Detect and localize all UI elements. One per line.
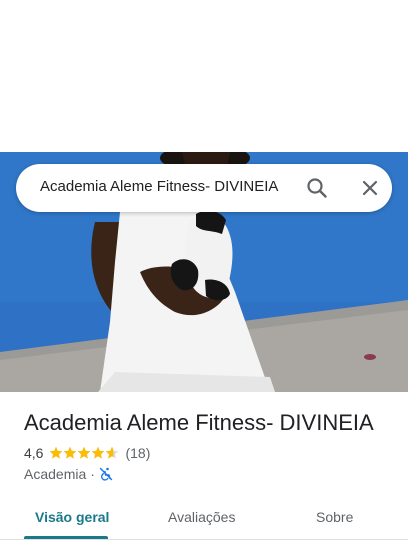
place-category: Academia [24,466,87,482]
rating-value: 4,6 [24,445,44,461]
star-icon [106,446,119,459]
star-icon [50,446,63,459]
separator-dot: · [90,466,95,482]
tab-overview[interactable]: Visão geral [35,506,109,528]
rating-stars [49,446,119,460]
tab-bar: Visão geral Avaliações Sobre [0,498,408,540]
rating-row[interactable]: 4,6 (18) [24,444,150,462]
category-row: Academia · [24,465,113,483]
star-icon [92,446,105,459]
star-icon [78,446,91,459]
place-info-panel: Academia Aleme Fitness- DIVINEIA 4,6 (18… [0,392,408,544]
wheelchair-not-accessible-icon [99,467,113,481]
search-icon[interactable] [303,174,331,202]
place-title: Academia Aleme Fitness- DIVINEIA [24,410,374,435]
star-icon [64,446,77,459]
search-bar[interactable]: Academia Aleme Fitness- DIVINEIA [16,164,392,212]
tab-about[interactable]: Sobre [316,506,353,528]
search-input[interactable]: Academia Aleme Fitness- DIVINEIA [40,178,278,195]
map-area-blank [0,0,408,152]
tabs-divider [0,539,408,540]
close-icon[interactable] [356,174,384,202]
tab-reviews[interactable]: Avaliações [168,506,235,528]
review-count[interactable]: (18) [125,445,150,461]
